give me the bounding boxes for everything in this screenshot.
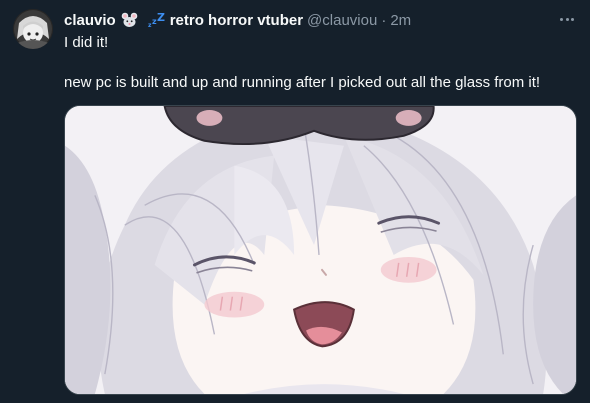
tweet-media-image[interactable] <box>64 105 577 395</box>
user-handle[interactable]: @clauviou <box>307 12 377 29</box>
display-name[interactable]: clauvio <box>64 12 116 29</box>
avatar[interactable] <box>13 9 53 49</box>
tweet-header: clauvio z z Z retro horror vtuber @clauv… <box>64 9 411 31</box>
display-name-suffix[interactable]: retro horror vtuber <box>170 12 303 29</box>
mouse-emoji-icon <box>121 12 139 28</box>
timestamp[interactable]: 2m <box>390 12 411 29</box>
tweet-text-line: new pc is built and up and running after… <box>64 74 541 91</box>
tweet-text-line: I did it! <box>64 34 109 51</box>
sleeping-zzz-icon: z z Z <box>148 12 166 28</box>
svg-text:Z: Z <box>157 12 165 24</box>
tweet-text: I did it! new pc is built and up and run… <box>64 33 574 93</box>
more-options-icon[interactable] <box>556 10 578 28</box>
tweet[interactable]: clauvio z z Z retro horror vtuber @clauv… <box>0 0 590 403</box>
separator: · <box>381 11 387 29</box>
